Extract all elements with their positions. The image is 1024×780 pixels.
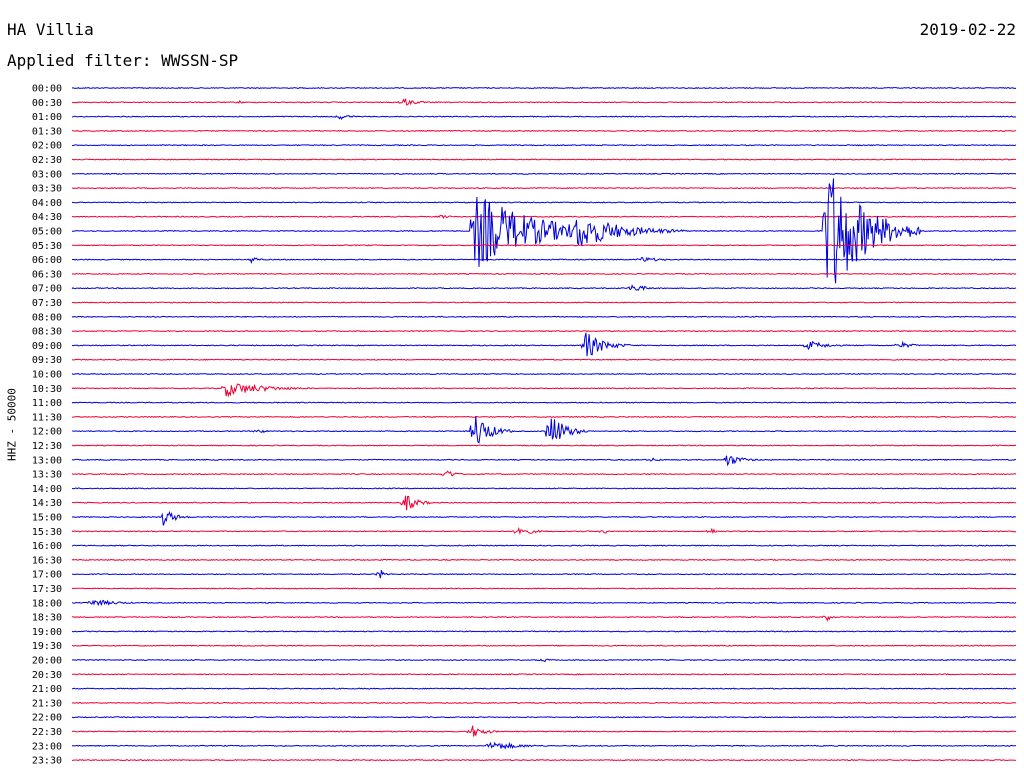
row-time-label: 20:30 — [32, 670, 62, 681]
trace-line — [71, 526, 1016, 536]
row-time-label: 09:30 — [32, 355, 62, 366]
row-time-label: 02:30 — [32, 155, 62, 166]
row-time-label: 17:30 — [32, 584, 62, 595]
trace-line — [71, 570, 1017, 579]
trace-line — [72, 187, 1017, 190]
trace-line — [71, 644, 1016, 647]
trace-line — [71, 444, 1017, 447]
trace-line — [71, 383, 1017, 398]
row-time-label: 00:00 — [32, 84, 62, 95]
row-time-label: 22:30 — [32, 727, 62, 738]
trace-line — [71, 401, 1017, 404]
trace-line — [71, 358, 1017, 361]
trace-line — [71, 487, 1017, 490]
trace-line — [71, 332, 1017, 357]
row-time-label: 14:30 — [32, 498, 62, 509]
trace-line — [71, 470, 1017, 477]
trace-line — [71, 495, 1017, 511]
row-time-label: 08:30 — [32, 327, 62, 338]
row-time-label: 16:30 — [32, 555, 62, 566]
row-time-label: 05:00 — [32, 227, 62, 238]
row-time-label: 08:00 — [32, 312, 62, 323]
row-time-label: 15:30 — [32, 527, 62, 538]
trace-line — [72, 158, 1017, 161]
row-time-label: 07:00 — [32, 284, 62, 295]
row-time-label: 22:00 — [32, 713, 62, 724]
helicorder-plot: 00:00 00:30 01:00 01:30 02:00 02:30 03:00 03:30… — [32, 84, 1017, 767]
trace-line — [71, 214, 1017, 220]
row-time-label: 07:30 — [32, 298, 62, 309]
trace-line — [71, 658, 1017, 663]
row-time-label: 06:30 — [32, 269, 62, 280]
trace-line — [71, 615, 1017, 622]
trace-line — [71, 172, 1017, 175]
row-time-label: 04:00 — [32, 198, 62, 209]
trace-line — [71, 455, 1017, 467]
row-time-label: 10:00 — [32, 370, 62, 381]
row-time-label: 04:30 — [32, 212, 62, 223]
trace-line — [71, 544, 1017, 547]
trace-line — [72, 301, 1017, 304]
trace-line — [71, 115, 1016, 121]
trace-line — [71, 284, 1017, 292]
trace-line — [71, 178, 1017, 284]
trace-line — [71, 759, 1017, 762]
row-time-label: 12:30 — [32, 441, 62, 452]
row-time-label: 16:00 — [32, 541, 62, 552]
trace-line — [71, 587, 1017, 590]
row-time-label: 03:30 — [32, 184, 62, 195]
trace-line — [71, 716, 1017, 719]
row-time-label: 23:00 — [32, 741, 62, 752]
trace-line — [72, 256, 1017, 265]
trace-line — [71, 129, 1017, 132]
row-time-label: 20:00 — [32, 656, 62, 667]
trace-line — [71, 330, 1017, 333]
row-time-label: 19:30 — [32, 641, 62, 652]
trace-line — [71, 244, 1017, 247]
row-time-label: 00:30 — [32, 98, 62, 109]
trace-line — [71, 98, 1017, 106]
row-time-label: 03:00 — [32, 169, 62, 180]
row-time-label: 19:00 — [32, 627, 62, 638]
row-time-label: 18:30 — [32, 613, 62, 624]
row-time-label: 06:00 — [32, 255, 62, 266]
trace-line — [71, 558, 1017, 561]
row-time-label: 10:30 — [32, 384, 62, 395]
row-time-label: 13:00 — [32, 455, 62, 466]
trace-line — [71, 201, 1017, 204]
row-time-label: 11:00 — [32, 398, 62, 409]
trace-line — [71, 315, 1017, 318]
row-time-label: 09:00 — [32, 341, 62, 352]
row-time-label: 01:00 — [32, 112, 62, 123]
trace-line — [71, 272, 1017, 275]
trace-line — [71, 372, 1017, 376]
trace-line — [71, 741, 1017, 750]
trace-line — [71, 725, 1017, 737]
trace-line — [71, 415, 1016, 418]
trace-line — [71, 630, 1017, 633]
row-time-label: 13:30 — [32, 470, 62, 481]
row-time-label: 23:30 — [32, 756, 62, 767]
trace-line — [71, 86, 1017, 90]
row-time-label: 15:00 — [32, 513, 62, 524]
row-time-label: 21:30 — [32, 698, 62, 709]
trace-line — [71, 144, 1017, 147]
trace-line — [72, 673, 1017, 676]
row-time-label: 02:00 — [32, 141, 62, 152]
row-time-label: 18:00 — [32, 598, 62, 609]
trace-line — [71, 599, 1017, 607]
row-time-label: 11:30 — [32, 412, 62, 423]
row-time-label: 21:00 — [32, 684, 62, 695]
trace-line — [71, 510, 1017, 526]
row-time-label: 17:00 — [32, 570, 62, 581]
row-time-label: 12:00 — [32, 427, 62, 438]
trace-line — [72, 687, 1017, 690]
row-time-label: 05:30 — [32, 241, 62, 252]
row-time-label: 14:00 — [32, 484, 62, 495]
trace-line — [71, 701, 1016, 704]
row-time-label: 01:30 — [32, 126, 62, 137]
trace-line — [71, 415, 1017, 444]
